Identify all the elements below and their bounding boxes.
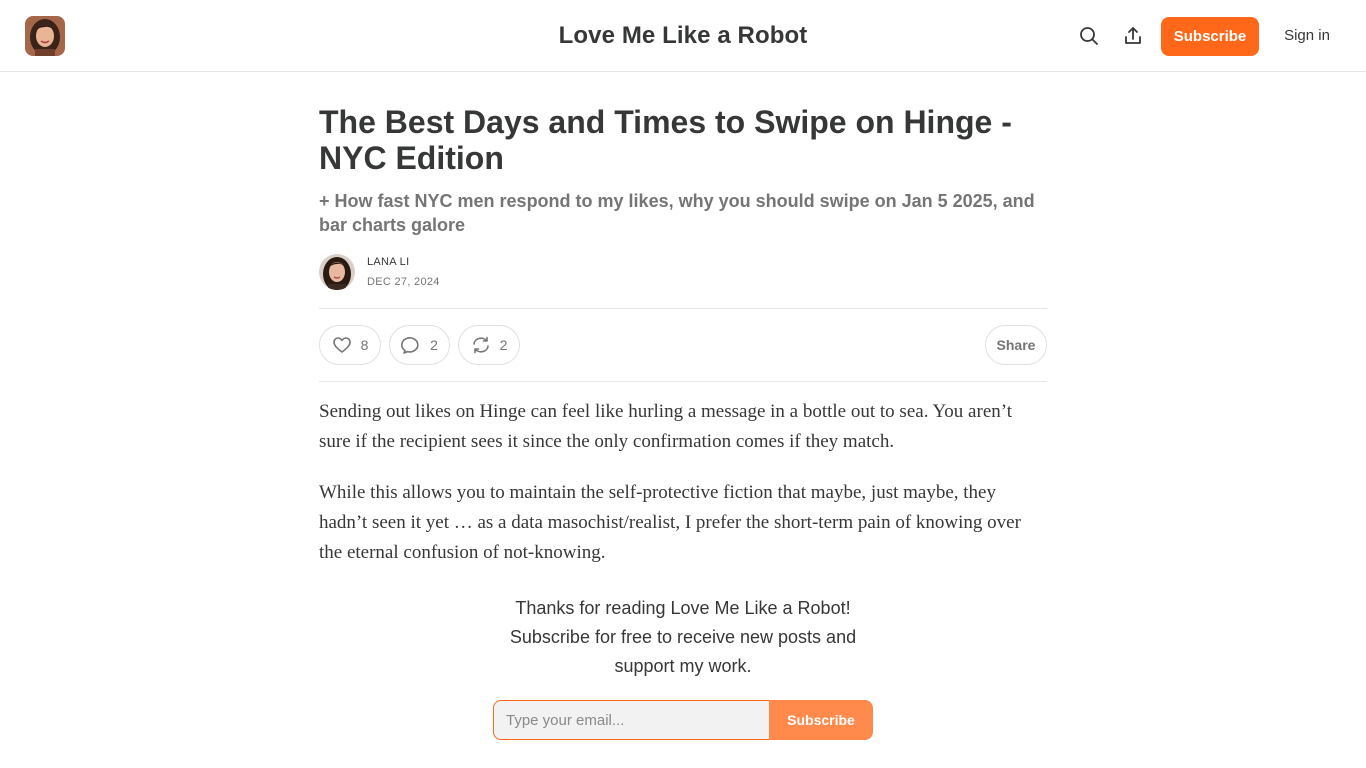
body-paragraph: While this allows you to maintain the se… [319, 482, 1021, 563]
like-count: 8 [360, 337, 369, 353]
top-navigation-bar: Love Me Like a Robot Subscribe Sign in [0, 0, 1366, 72]
email-input[interactable] [493, 700, 773, 740]
restack-icon [471, 335, 491, 355]
like-button[interactable]: 8 [319, 325, 381, 365]
heart-icon [332, 335, 352, 355]
comment-count: 2 [430, 337, 438, 353]
share-post-button[interactable] [1117, 20, 1149, 52]
post-title: The Best Days and Times to Swipe on Hing… [319, 104, 1012, 176]
subscribe-form: Subscribe [493, 700, 873, 740]
post-subtitle: + How fast NYC men respond to my likes, … [319, 191, 1035, 235]
byline: LANA LI DEC 27, 2024 [319, 254, 1047, 290]
publication-logo-image [25, 16, 65, 56]
comment-button[interactable]: 2 [389, 325, 450, 365]
search-icon [1080, 27, 1098, 45]
subscribe-submit-button[interactable]: Subscribe [769, 700, 873, 740]
sign-in-link[interactable]: Sign in [1276, 27, 1338, 44]
subscribe-prompt: Thanks for reading Love Me Like a Robot!… [319, 594, 1047, 681]
post-actions-bar: 8 2 2 Share [319, 325, 1047, 365]
author-avatar[interactable] [319, 254, 355, 290]
comment-icon [401, 335, 421, 355]
publication-logo[interactable] [25, 16, 65, 56]
share-button[interactable]: Share [985, 325, 1047, 365]
author-avatar-image [319, 254, 355, 290]
restack-count: 2 [499, 337, 508, 353]
subscribe-prompt-line: support my work. [614, 656, 752, 676]
search-button[interactable] [1073, 20, 1105, 52]
divider [319, 308, 1047, 309]
divider [319, 381, 1047, 382]
restack-button[interactable]: 2 [458, 325, 520, 365]
author-name[interactable]: LANA LI [367, 256, 409, 268]
post-date: DEC 27, 2024 [367, 276, 440, 288]
share-icon [1125, 27, 1141, 44]
subscribe-button[interactable]: Subscribe [1161, 17, 1259, 56]
subscribe-prompt-line: Thanks for reading Love Me Like a Robot! [515, 598, 851, 618]
subscribe-prompt-line: Subscribe for free to receive new posts … [509, 627, 857, 647]
body-paragraph: Sending out likes on Hinge can feel like… [319, 401, 1013, 452]
